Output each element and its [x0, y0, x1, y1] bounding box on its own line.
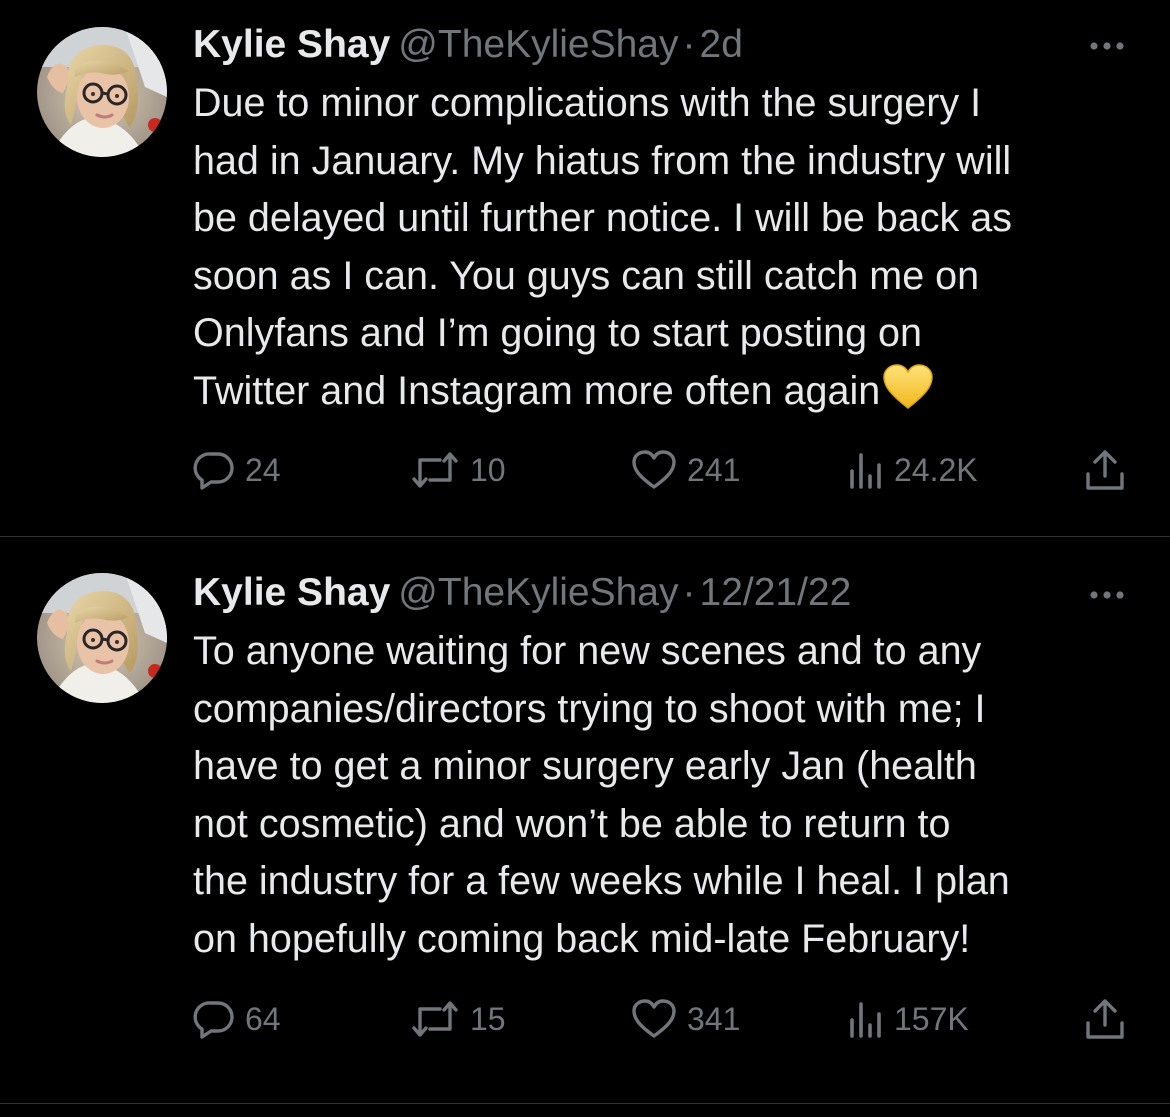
tweet-text-line: soon as I can. You guys can still catch … [193, 253, 980, 298]
like-button[interactable]: 241 [631, 446, 740, 494]
views-button[interactable]: 24.2K [846, 446, 978, 494]
like-button[interactable]: 341 [631, 995, 740, 1043]
author-handle[interactable]: @TheKylieShay [398, 23, 678, 66]
tweet-text-line: companies/directors trying to shoot with… [193, 686, 986, 731]
views-icon [846, 998, 884, 1040]
retweet-button[interactable]: 10 [410, 446, 506, 494]
tweet-text-line: Onlyfans and I’m going to start posting … [193, 311, 922, 355]
tweet-timestamp[interactable]: 2d [700, 23, 743, 66]
author-handle[interactable]: @TheKylieShay [398, 571, 678, 614]
views-icon [846, 449, 884, 491]
like-count: 241 [687, 451, 741, 488]
reply-icon [193, 449, 235, 491]
separator-dot: · [682, 23, 696, 66]
separator-dot: · [682, 571, 696, 614]
tweet-text: Due to minor complications with the surg… [193, 75, 1143, 426]
views-count: 157K [894, 1000, 969, 1037]
share-icon [1083, 448, 1127, 492]
views-count: 24.2K [894, 451, 978, 488]
tweet-text-line: To anyone waiting for new scenes and to … [193, 629, 982, 673]
retweet-icon [410, 998, 460, 1040]
tweet[interactable]: Kylie Shay @TheKylieShay · 12/21/22 To anyo… [0, 537, 1170, 1103]
tweet-text-line: on hopefully coming back mid-late Februa… [193, 916, 971, 961]
views-button[interactable]: 157K [846, 995, 969, 1043]
tweet-timestamp[interactable]: 12/21/22 [700, 571, 852, 614]
reply-icon [193, 998, 235, 1040]
reply-button[interactable]: 64 [193, 995, 281, 1043]
tweet-text-line: have to get a minor surgery early Jan (h… [193, 744, 977, 788]
tweet[interactable]: Kylie Shay @TheKylieShay · 2d Due to minor … [0, 0, 1170, 536]
tweet-actions: 64 15 341 157K [193, 995, 1138, 1043]
tweet-text-line: had in January. My hiatus from the indus… [193, 138, 1012, 183]
retweet-button[interactable]: 15 [410, 995, 506, 1043]
share-button[interactable] [1083, 995, 1127, 1043]
retweet-icon [410, 449, 460, 491]
tweet-text-line: be delayed until further notice. I will … [193, 196, 1012, 240]
like-count: 341 [687, 1000, 741, 1037]
share-button[interactable] [1083, 446, 1127, 494]
reply-count: 64 [245, 1000, 281, 1037]
tweet-text: To anyone waiting for new scenes and to … [193, 623, 1143, 968]
retweet-count: 10 [470, 451, 506, 488]
author-name[interactable]: Kylie Shay [193, 23, 390, 66]
share-icon [1083, 997, 1127, 1041]
tweet-text-line: Due to minor complications with the surg… [193, 81, 982, 125]
tweet-text-line: Twitter and Instagram more often again [193, 368, 881, 413]
avatar[interactable] [37, 573, 167, 703]
avatar[interactable] [37, 27, 167, 157]
more-horizontal-icon[interactable] [1082, 585, 1132, 605]
heart-icon [631, 998, 677, 1040]
tweet-text-line: the industry for a few weeks while I hea… [193, 859, 1010, 903]
tweet-header: Kylie Shay @TheKylieShay · 2d [193, 21, 743, 69]
heart-icon [631, 449, 677, 491]
tweet-divider [0, 1103, 1170, 1104]
tweet-text-line-last: Twitter and Instagram more often again [193, 363, 1143, 427]
reply-count: 24 [245, 451, 281, 488]
tweet-text-line: not cosmetic) and won’t be able to retur… [193, 801, 951, 846]
author-name[interactable]: Kylie Shay [193, 571, 390, 614]
retweet-count: 15 [470, 1000, 506, 1037]
more-horizontal-icon[interactable] [1082, 36, 1132, 56]
yellow-heart-emoji-icon [882, 363, 934, 427]
tweet-actions: 24 10 241 24.2K [193, 446, 1138, 494]
reply-button[interactable]: 24 [193, 446, 281, 494]
tweet-header: Kylie Shay @TheKylieShay · 12/21/22 [193, 569, 851, 617]
